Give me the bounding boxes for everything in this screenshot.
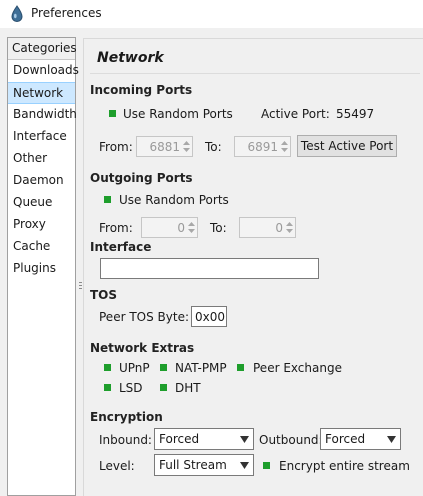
encrypt-entire-stream-label[interactable]: Encrypt entire stream [279, 459, 410, 473]
outgoing-to-value: 0 [275, 221, 283, 235]
inbound-label: Inbound: [99, 433, 152, 447]
incoming-to-value: 6891 [247, 140, 278, 154]
interface-input[interactable] [100, 258, 319, 279]
category-item-queue[interactable]: Queue [8, 192, 75, 214]
upnp-checkbox[interactable] [104, 364, 111, 371]
dht-checkbox[interactable] [160, 384, 167, 391]
incoming-random-ports-label[interactable]: Use Random Ports [123, 107, 233, 121]
outbound-label: Outbound: [259, 433, 323, 447]
spinner-arrows-icon[interactable] [280, 139, 289, 154]
page-title: Network [97, 50, 164, 66]
outgoing-from-value: 0 [177, 221, 185, 235]
lsd-checkbox[interactable] [104, 384, 111, 391]
window-title: Preferences [31, 6, 102, 20]
outbound-select-value: Forced [325, 432, 366, 446]
level-select-value: Full Stream [159, 458, 227, 472]
incoming-from-spinner[interactable]: 6881 [136, 136, 193, 157]
title-bar: Preferences [0, 0, 423, 28]
encrypt-entire-stream-checkbox[interactable] [263, 462, 270, 469]
incoming-to-spinner[interactable]: 6891 [234, 136, 291, 157]
categories-header: Categories [8, 38, 77, 60]
chevron-down-icon [240, 436, 249, 443]
inbound-select[interactable]: Forced [154, 428, 254, 450]
title-separator [90, 73, 420, 74]
encryption-heading: Encryption [90, 410, 163, 424]
droplet-icon [11, 5, 23, 23]
outgoing-to-label: To: [210, 221, 227, 235]
category-item-network[interactable]: Network [8, 82, 75, 104]
tos-heading: TOS [90, 288, 118, 302]
categories-list[interactable]: Categories Downloads Network Bandwidth I… [7, 37, 79, 496]
lsd-label[interactable]: LSD [119, 381, 143, 395]
outgoing-ports-heading: Outgoing Ports [90, 171, 193, 185]
incoming-from-label: From: [99, 140, 133, 154]
spinner-arrows-icon[interactable] [285, 220, 294, 235]
natpmp-checkbox[interactable] [160, 364, 167, 371]
spinner-arrows-icon[interactable] [182, 139, 191, 154]
incoming-to-label: To: [205, 140, 222, 154]
category-item-interface[interactable]: Interface [8, 126, 75, 148]
preferences-window: Categories Downloads Network Bandwidth I… [0, 28, 423, 496]
inbound-select-value: Forced [159, 432, 200, 446]
pane-splitter-handle[interactable] [79, 282, 82, 292]
peer-exchange-checkbox[interactable] [237, 364, 244, 371]
category-item-plugins[interactable]: Plugins [8, 258, 75, 280]
category-item-daemon[interactable]: Daemon [8, 170, 75, 192]
natpmp-label[interactable]: NAT-PMP [175, 361, 227, 375]
peer-tos-input[interactable]: 0x00 [191, 306, 227, 327]
interface-heading: Interface [90, 240, 152, 254]
category-item-proxy[interactable]: Proxy [8, 214, 75, 236]
category-item-cache[interactable]: Cache [8, 236, 75, 258]
outgoing-random-ports-label[interactable]: Use Random Ports [119, 193, 229, 207]
chevron-down-icon [240, 462, 249, 469]
test-active-port-button[interactable]: Test Active Port [297, 135, 397, 157]
peer-tos-label: Peer TOS Byte: [99, 310, 189, 324]
outgoing-from-label: From: [99, 221, 133, 235]
category-item-bandwidth[interactable]: Bandwidth [8, 104, 77, 126]
network-settings-panel: Network Incoming Ports Use Random Ports … [83, 38, 423, 496]
peer-exchange-label[interactable]: Peer Exchange [253, 361, 342, 375]
outgoing-from-spinner[interactable]: 0 [141, 217, 198, 238]
level-select[interactable]: Full Stream [154, 454, 254, 476]
outbound-select[interactable]: Forced [320, 428, 401, 450]
category-item-downloads[interactable]: Downloads [8, 60, 79, 82]
incoming-ports-heading: Incoming Ports [90, 83, 193, 97]
incoming-random-ports-checkbox[interactable] [109, 110, 116, 117]
outgoing-to-spinner[interactable]: 0 [239, 217, 296, 238]
chevron-down-icon [387, 436, 396, 443]
spinner-arrows-icon[interactable] [187, 220, 196, 235]
network-extras-heading: Network Extras [90, 341, 195, 355]
incoming-from-value: 6881 [149, 140, 180, 154]
category-item-other[interactable]: Other [8, 148, 75, 170]
active-port-value: 55497 [336, 107, 375, 121]
outgoing-random-ports-checkbox[interactable] [104, 196, 111, 203]
active-port-label: Active Port: [261, 107, 330, 121]
level-label: Level: [99, 459, 135, 473]
upnp-label[interactable]: UPnP [119, 361, 150, 375]
dht-label[interactable]: DHT [175, 381, 201, 395]
